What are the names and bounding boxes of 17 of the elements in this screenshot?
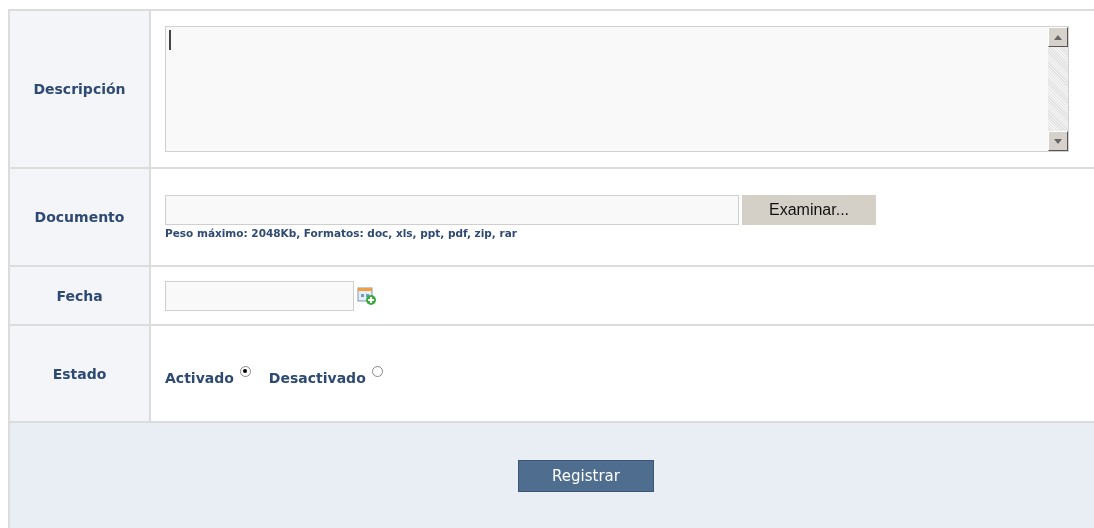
radio-button[interactable] bbox=[239, 365, 251, 377]
calendar-add-icon[interactable] bbox=[357, 285, 377, 306]
down-arrow-icon[interactable] bbox=[1054, 138, 1062, 144]
register-button[interactable]: Registrar bbox=[518, 460, 654, 492]
field-label: Fecha bbox=[56, 287, 103, 304]
date-input-field[interactable] bbox=[165, 280, 354, 311]
radio-label: Desactivado bbox=[268, 369, 366, 386]
scrollbar[interactable] bbox=[1048, 27, 1068, 151]
file-input-field[interactable] bbox=[165, 195, 739, 225]
browse-button[interactable]: Examinar... bbox=[742, 195, 876, 225]
field-label: Descripción bbox=[33, 81, 126, 97]
radio-button[interactable] bbox=[371, 365, 383, 377]
file-hint: Peso máximo: 2048Kb, Formatos: doc, xls, ppt, pdf, zip, rar bbox=[165, 227, 518, 239]
up-arrow-icon[interactable] bbox=[1054, 34, 1062, 40]
radio-label: Activado bbox=[165, 369, 234, 386]
field-label: Estado bbox=[52, 365, 107, 382]
field-label: Documento bbox=[34, 209, 125, 225]
